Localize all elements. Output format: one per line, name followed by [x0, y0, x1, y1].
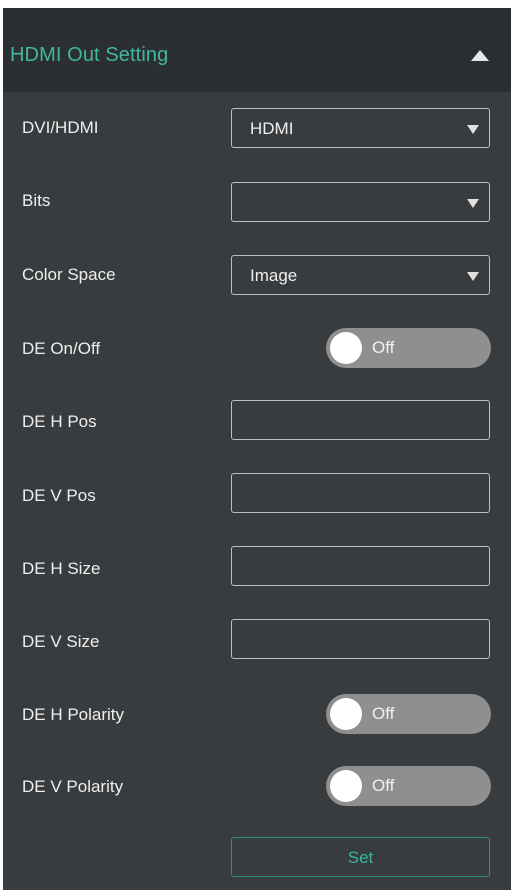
- de-h-polarity-toggle[interactable]: Off: [326, 694, 491, 734]
- de-onoff-label: DE On/Off: [22, 339, 101, 358]
- de-h-size-label: DE H Size: [22, 559, 101, 578]
- color-space-label: Color Space: [22, 265, 116, 284]
- de-h-size-input[interactable]: [231, 546, 490, 586]
- right-margin: [511, 8, 525, 890]
- bits-select[interactable]: [231, 182, 490, 222]
- dvi-hdmi-label: DVI/HDMI: [22, 118, 99, 137]
- color-space-select[interactable]: Image: [231, 255, 490, 295]
- dvi-hdmi-select[interactable]: HDMI: [231, 108, 490, 148]
- caret-down-icon: [467, 272, 479, 281]
- caret-down-icon: [467, 125, 479, 134]
- de-h-pos-label: DE H Pos: [22, 412, 97, 431]
- toggle-state-text: Off: [372, 704, 395, 723]
- hdmi-out-panel: HDMI Out Setting DVI/HDMI HDMI Bits Colo…: [3, 8, 511, 890]
- de-v-size-input[interactable]: [231, 619, 490, 659]
- panel-header[interactable]: HDMI Out Setting: [3, 8, 511, 92]
- de-v-polarity-label: DE V Polarity: [22, 777, 124, 796]
- de-h-polarity-label: DE H Polarity: [22, 705, 125, 724]
- toggle-knob: [330, 332, 362, 364]
- de-h-pos-input[interactable]: [231, 400, 490, 440]
- dvi-hdmi-value: HDMI: [250, 119, 294, 138]
- caret-down-icon: [467, 199, 479, 208]
- toggle-knob: [330, 698, 362, 730]
- set-button[interactable]: Set: [231, 837, 490, 877]
- de-v-size-label: DE V Size: [22, 632, 100, 651]
- de-v-pos-label: DE V Pos: [22, 486, 96, 505]
- de-v-pos-input[interactable]: [231, 473, 490, 513]
- toggle-knob: [330, 770, 362, 802]
- de-onoff-toggle[interactable]: Off: [326, 328, 491, 368]
- chevron-up-icon[interactable]: [471, 50, 489, 61]
- set-button-label: Set: [347, 848, 374, 867]
- toggle-state-text: Off: [372, 338, 395, 357]
- bits-label: Bits: [22, 191, 51, 210]
- toggle-state-text: Off: [372, 776, 395, 795]
- color-space-value: Image: [250, 266, 298, 285]
- panel-title: HDMI Out Setting: [10, 44, 169, 66]
- de-v-polarity-toggle[interactable]: Off: [326, 766, 491, 806]
